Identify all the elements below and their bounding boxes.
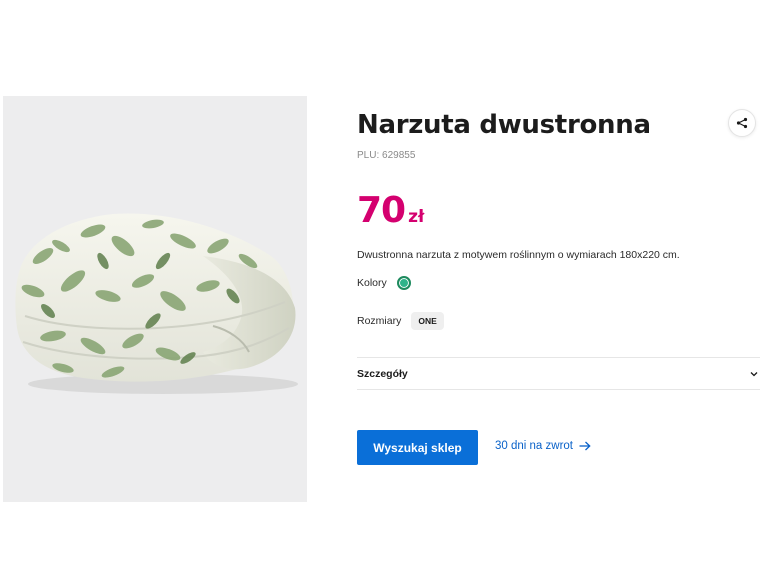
share-icon	[736, 117, 748, 129]
colors-label: Kolory	[357, 277, 387, 289]
chevron-down-icon	[750, 371, 758, 377]
color-selector: Kolory	[357, 276, 411, 290]
product-title: Narzuta dwustronna	[357, 110, 651, 140]
sizes-label: Rozmiary	[357, 315, 402, 327]
price-currency: zł	[408, 207, 425, 227]
size-selector: Rozmiary ONE	[357, 312, 444, 330]
share-button[interactable]	[728, 109, 756, 137]
product-description: Dwustronna narzuta z motywem roślinnym o…	[357, 249, 680, 261]
returns-link[interactable]: 30 dni na zwrot	[495, 440, 591, 452]
product-image-gallery[interactable]	[3, 96, 307, 502]
details-label: Szczegóły	[357, 367, 408, 380]
details-accordion[interactable]: Szczegóły	[357, 357, 760, 390]
find-store-button[interactable]: Wyszukaj sklep	[357, 430, 478, 465]
product-image	[15, 213, 298, 394]
product-plu: PLU: 629855	[357, 150, 416, 161]
product-info-panel: Narzuta dwustronna PLU: 629855 70 zł Dwus…	[357, 0, 760, 570]
arrow-right-icon	[579, 441, 591, 451]
price-amount: 70	[357, 190, 406, 231]
product-price: 70 zł	[357, 190, 424, 231]
returns-link-label: 30 dni na zwrot	[495, 440, 573, 452]
color-swatch-green[interactable]	[396, 276, 411, 290]
size-option-one[interactable]: ONE	[411, 312, 444, 330]
